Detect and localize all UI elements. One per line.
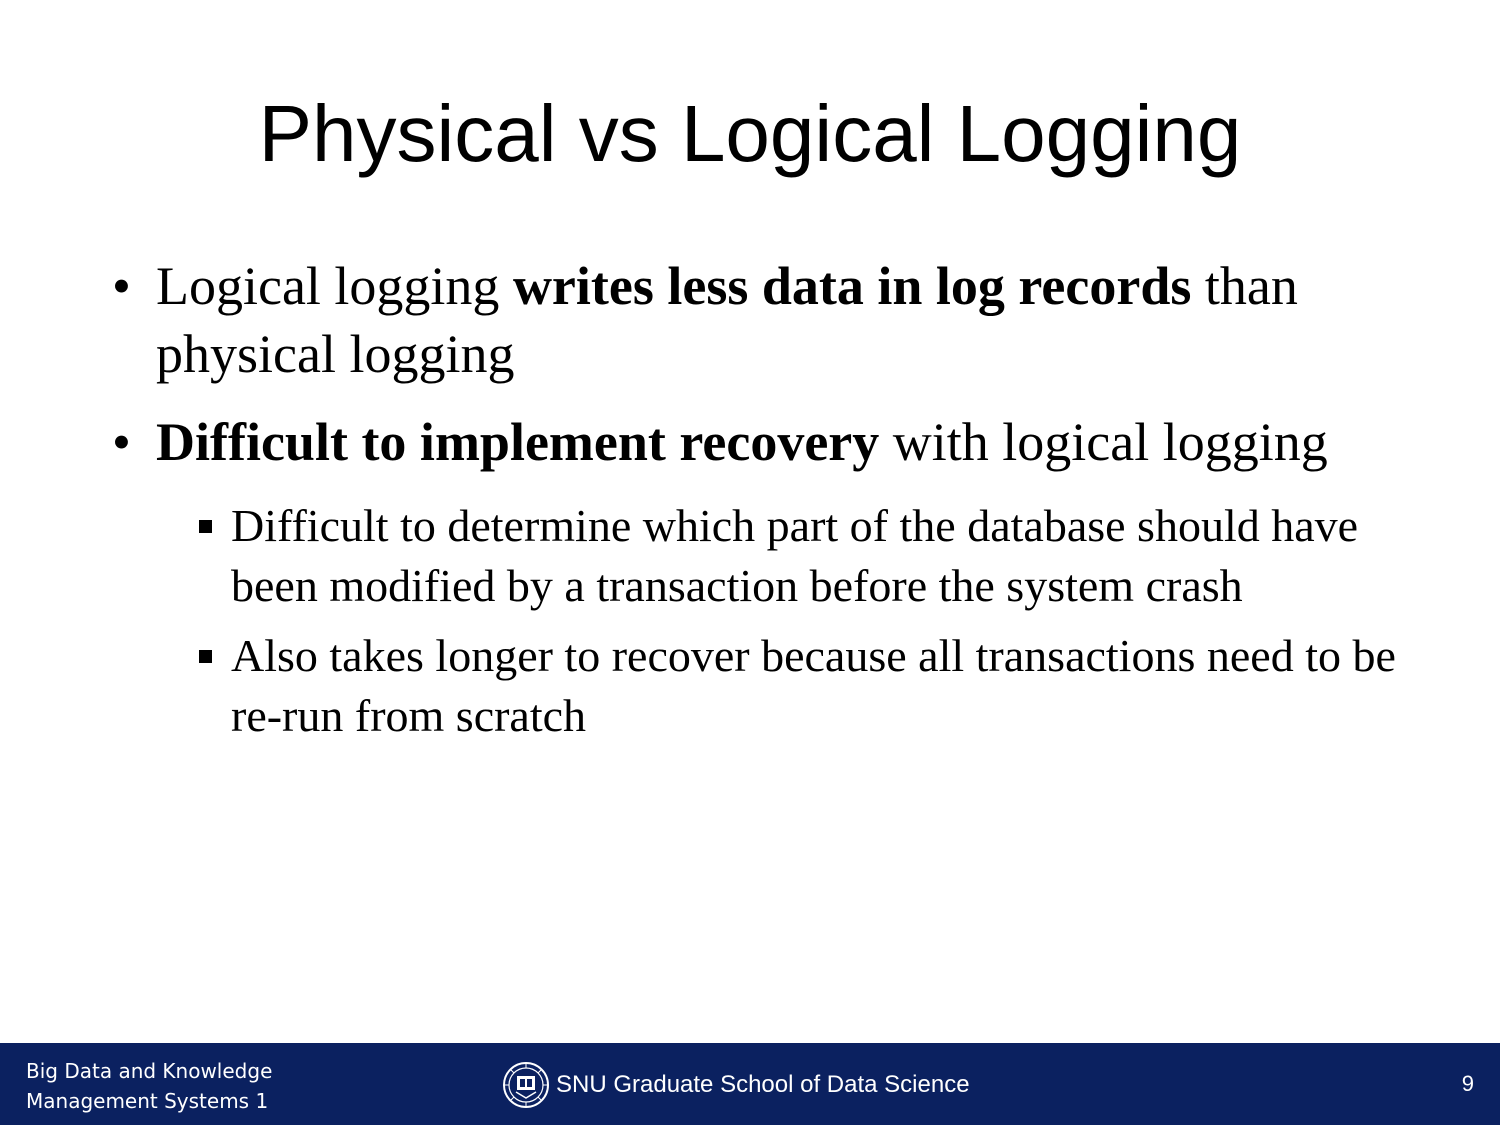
sub-bullet-list: Difficult to determine which part of the… [196, 496, 1402, 746]
bullet-bold-text: Difficult to implement recovery [156, 412, 880, 472]
bullet-marker: • [112, 412, 131, 472]
school-branding: SNU Graduate School of Data Science [502, 1062, 970, 1108]
slide-content: • Logical logging writes less data in lo… [112, 252, 1402, 756]
sub-bullet-recover-longer: Also takes longer to recover because all… [196, 626, 1402, 746]
sub-bullet-text: Also takes longer to recover because all… [231, 630, 1396, 741]
bullet-recovery-difficulty: • Difficult to implement recovery with l… [112, 408, 1402, 476]
sub-bullet-text: Difficult to determine which part of the… [231, 500, 1359, 611]
sub-bullet-determine-modified-part: Difficult to determine which part of the… [196, 496, 1402, 616]
course-name: Big Data and Knowledge Management System… [26, 1056, 272, 1116]
course-name-line2: Management Systems 1 [26, 1089, 269, 1113]
school-name: SNU Graduate School of Data Science [556, 1071, 970, 1098]
slide-footer: Big Data and Knowledge Management System… [0, 1043, 1500, 1125]
bullet-marker: • [112, 256, 131, 316]
university-seal-icon [503, 1062, 549, 1108]
bullet-text: Logical logging [156, 256, 513, 316]
page-number: 9 [1461, 1071, 1474, 1096]
bullet-bold-text: writes less data in log records [512, 256, 1192, 316]
square-bullet-icon [199, 650, 212, 663]
course-name-line1: Big Data and Knowledge [26, 1059, 273, 1083]
slide-title: Physical vs Logical Logging [258, 89, 1242, 178]
bullet-text: with logical logging [879, 412, 1328, 472]
bullet-logical-logging-data: • Logical logging writes less data in lo… [112, 252, 1402, 388]
square-bullet-icon [199, 520, 212, 533]
